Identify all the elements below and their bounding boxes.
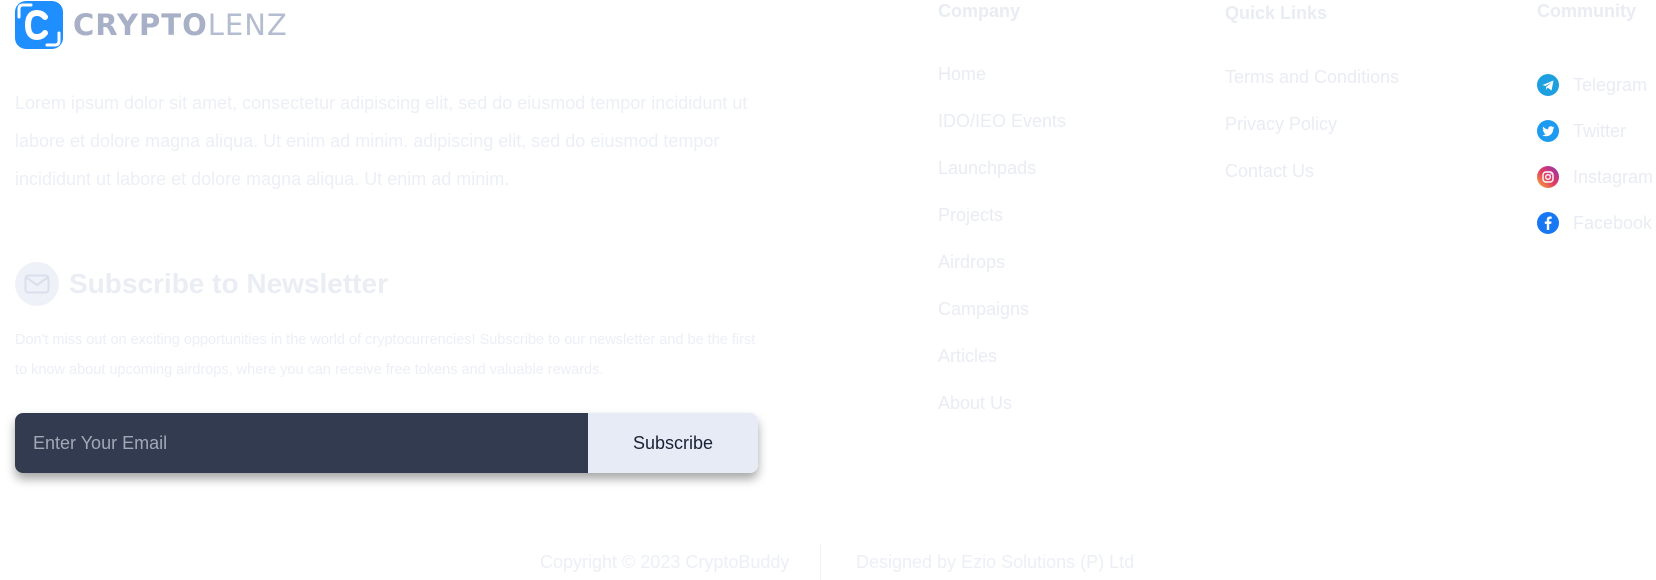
company-link-about-us[interactable]: About Us <box>938 392 1066 439</box>
brand-name-light: LENZ <box>207 8 288 42</box>
subscribe-button[interactable]: Subscribe <box>588 413 758 473</box>
quick-link-contact[interactable]: Contact Us <box>1225 160 1399 207</box>
telegram-icon <box>1537 74 1559 96</box>
subscribe-form: Subscribe <box>15 413 758 473</box>
brand-name: CRYPTOLENZ <box>73 1 288 49</box>
newsletter-header: Subscribe to Newsletter <box>15 262 388 306</box>
community-link-telegram[interactable]: Telegram <box>1537 62 1653 108</box>
community-column: Community Telegram Twitter Instagram Fac… <box>1537 1 1653 246</box>
newsletter-description: Don't miss out on exciting opportunities… <box>15 332 756 378</box>
instagram-icon <box>1537 166 1559 188</box>
company-link-launchpads[interactable]: Launchpads <box>938 157 1066 204</box>
community-title: Community <box>1537 1 1636 21</box>
company-link-campaigns[interactable]: Campaigns <box>938 298 1066 345</box>
community-label-twitter: Twitter <box>1573 120 1627 141</box>
quick-links-title: Quick Links <box>1225 3 1328 23</box>
copyright-text: Copyright © 2023 CryptoBuddy <box>540 552 790 572</box>
company-title: Company <box>938 1 1021 21</box>
newsletter-title: Subscribe to Newsletter <box>69 268 388 299</box>
quick-link-privacy[interactable]: Privacy Policy <box>1225 113 1399 160</box>
community-label-telegram: Telegram <box>1573 74 1648 95</box>
company-link-projects[interactable]: Projects <box>938 204 1066 251</box>
email-input[interactable] <box>15 413 588 473</box>
company-column: Company Home IDO/IEO Events Launchpads P… <box>938 1 1066 439</box>
designed-by-text: Designed by Ezio Solutions (P) Ltd <box>856 552 1135 572</box>
community-link-twitter[interactable]: Twitter <box>1537 108 1653 154</box>
company-link-home[interactable]: Home <box>938 63 1066 110</box>
community-label-facebook: Facebook <box>1573 212 1653 233</box>
quick-link-terms[interactable]: Terms and Conditions <box>1225 66 1399 113</box>
company-link-ido-ieo-events[interactable]: IDO/IEO Events <box>938 110 1066 157</box>
community-label-instagram: Instagram <box>1573 166 1654 187</box>
community-link-instagram[interactable]: Instagram <box>1537 154 1653 200</box>
brand-logo[interactable]: CRYPTOLENZ <box>15 1 288 49</box>
mail-icon <box>15 262 59 306</box>
facebook-icon <box>1537 212 1559 234</box>
company-link-articles[interactable]: Articles <box>938 345 1066 392</box>
company-link-airdrops[interactable]: Airdrops <box>938 251 1066 298</box>
brand-name-strong: CRYPTO <box>73 8 208 42</box>
twitter-icon <box>1537 120 1559 142</box>
about-text: Lorem ipsum dolor sit amet, consectetur … <box>15 93 748 189</box>
footer-bottom-bar: Copyright © 2023 CryptoBuddy Designed by… <box>0 544 1656 580</box>
community-link-facebook[interactable]: Facebook <box>1537 200 1653 246</box>
logo-mark-icon <box>15 1 63 49</box>
quick-links-column: Quick Links Terms and Conditions Privacy… <box>1225 3 1399 207</box>
footer-divider <box>820 544 821 580</box>
